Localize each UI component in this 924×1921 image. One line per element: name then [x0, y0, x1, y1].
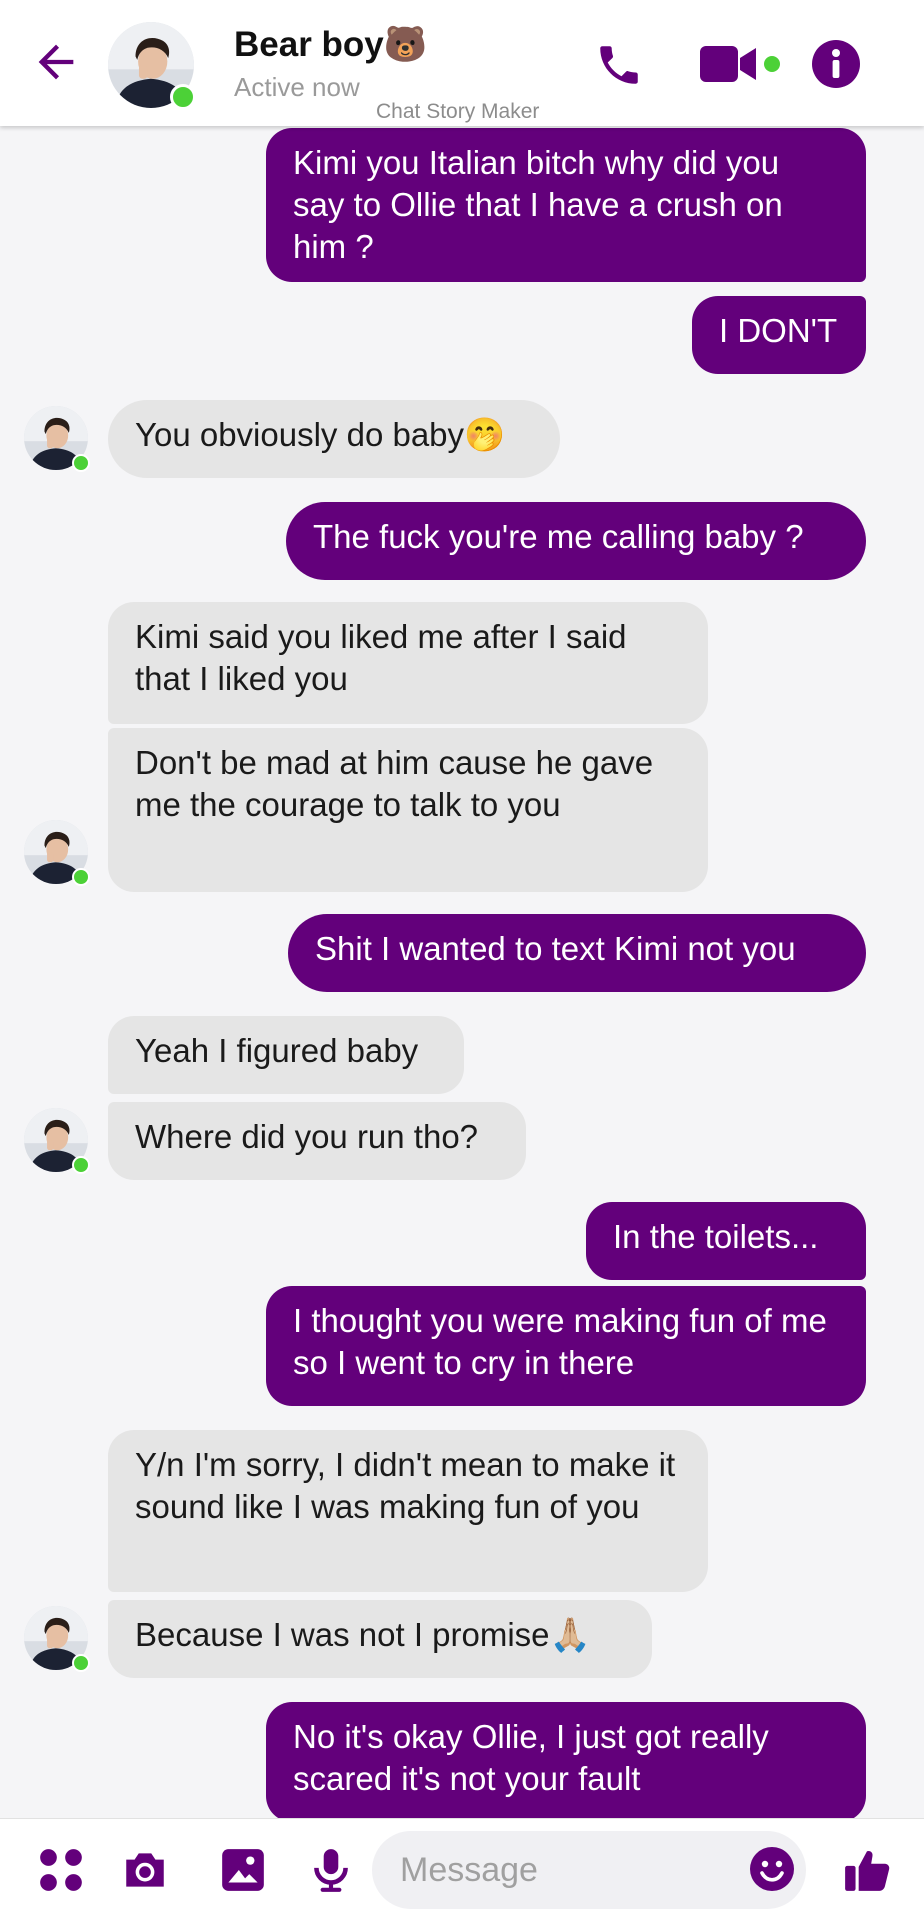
phone-icon[interactable]: [594, 40, 644, 90]
composer-bar: [0, 1818, 924, 1921]
message-bubble-incoming[interactable]: Y/n I'm sorry, I didn't mean to make it …: [108, 1430, 708, 1592]
watermark: Chat Story Maker: [376, 100, 540, 123]
message-bubble-incoming[interactable]: Kimi said you liked me after I said that…: [108, 602, 708, 724]
online-indicator: [72, 1654, 90, 1672]
contact-avatar-small[interactable]: [24, 820, 90, 886]
message-bubble-outgoing[interactable]: Shit I wanted to text Kimi not you: [288, 914, 866, 992]
message-bubble-outgoing[interactable]: Kimi you Italian bitch why did you say t…: [266, 128, 866, 282]
thumbs-up-icon[interactable]: [842, 1845, 892, 1895]
gallery-icon[interactable]: [218, 1845, 268, 1895]
smiley-icon[interactable]: [748, 1845, 796, 1893]
contact-avatar-small[interactable]: [24, 1606, 90, 1672]
contact-avatar-small[interactable]: [24, 406, 90, 472]
video-camera-icon[interactable]: [700, 44, 758, 84]
message-bubble-incoming[interactable]: You obviously do baby🤭: [108, 400, 560, 478]
microphone-icon[interactable]: [306, 1845, 356, 1895]
message-bubble-incoming[interactable]: Where did you run tho?: [108, 1102, 526, 1180]
contact-name[interactable]: Bear boy🐻: [234, 24, 427, 65]
camera-icon[interactable]: [120, 1845, 170, 1895]
message-bubble-incoming[interactable]: Yeah I figured baby: [108, 1016, 464, 1094]
message-input[interactable]: [372, 1831, 806, 1909]
online-indicator: [72, 868, 90, 886]
contact-avatar[interactable]: [108, 22, 196, 110]
info-icon[interactable]: [812, 40, 860, 88]
message-bubble-outgoing[interactable]: In the toilets...: [586, 1202, 866, 1280]
chat-header: Bear boy🐻 Active now Chat Story Maker: [0, 0, 924, 126]
message-bubble-outgoing[interactable]: No it's okay Ollie, I just got really sc…: [266, 1702, 866, 1822]
message-bubble-incoming[interactable]: Don't be mad at him cause he gave me the…: [108, 728, 708, 892]
message-bubble-outgoing[interactable]: I thought you were making fun of me so I…: [266, 1286, 866, 1406]
message-bubble-outgoing[interactable]: I DON'T: [692, 296, 866, 374]
active-status: Active now: [234, 72, 360, 102]
online-indicator: [72, 454, 90, 472]
apps-grid-icon[interactable]: [36, 1845, 86, 1895]
back-arrow-icon[interactable]: [30, 36, 82, 88]
message-bubble-outgoing[interactable]: The fuck you're me calling baby ?: [286, 502, 866, 580]
message-bubble-incoming[interactable]: Because I was not I promise🙏🏼: [108, 1600, 652, 1678]
online-indicator: [170, 84, 196, 110]
video-online-dot: [764, 56, 780, 72]
contact-avatar-small[interactable]: [24, 1108, 90, 1174]
online-indicator: [72, 1156, 90, 1174]
